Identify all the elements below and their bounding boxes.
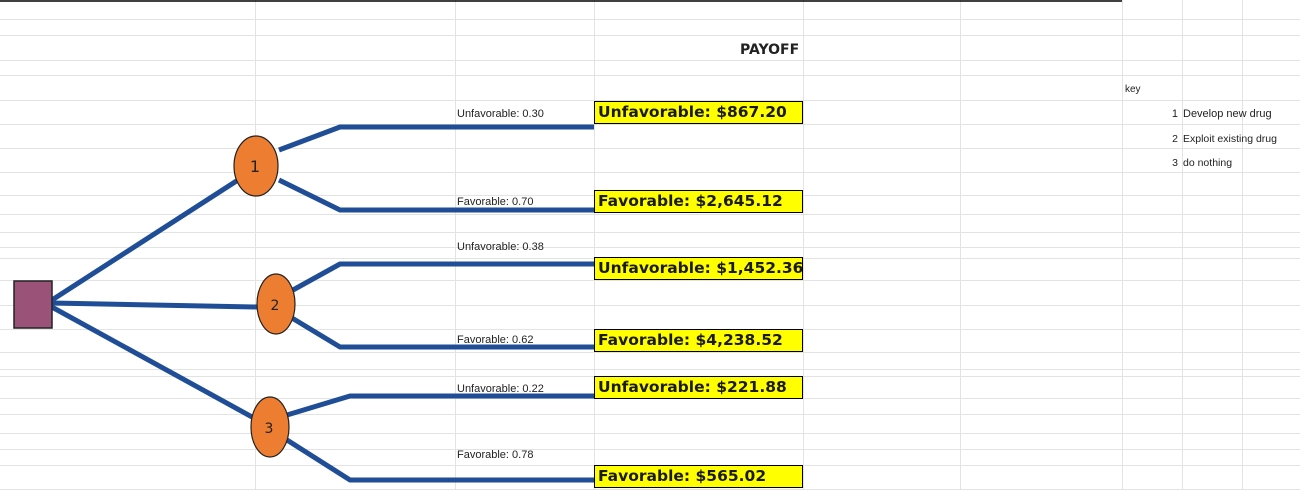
chance-node-2[interactable]: 2 [256,273,296,335]
chance-node-3[interactable]: 3 [250,396,290,458]
payoff-cell[interactable]: Unfavorable: $1,452.36 [594,257,803,280]
key-item-number: 3 [1172,157,1178,169]
probability-label: Unfavorable: 0.30 [457,108,544,120]
payoff-cell[interactable]: Unfavorable: $867.20 [594,101,803,124]
probability-label: Favorable: 0.78 [457,449,534,461]
key-item-text: Exploit existing drug [1183,133,1277,145]
key-item-nothing: 3 do nothing [1168,157,1232,169]
branch-line [285,437,594,483]
key-item-text: Develop new drug [1183,108,1272,120]
payoff-cell[interactable]: Favorable: $2,645.12 [594,190,803,213]
decision-node[interactable] [13,280,53,329]
chance-node-2-label: 2 [271,298,280,314]
branch-line [290,315,594,350]
probability-label: Favorable: 0.70 [457,196,534,208]
probability-label: Unfavorable: 0.22 [457,383,544,395]
branch-lines [48,124,594,483]
payoff-cell[interactable]: Unfavorable: $221.88 [594,376,803,399]
branch-line [291,261,594,293]
branch-line [278,124,594,153]
grid-lines [0,0,1300,490]
key-item-number: 1 [1171,108,1178,120]
key-item-number: 2 [1172,133,1178,145]
probability-label: Unfavorable: 0.38 [457,241,544,253]
branch-line [50,177,240,303]
spreadsheet-grid: 1 2 3 [0,0,1300,490]
chance-node-1[interactable]: 1 [233,135,279,197]
payoff-title: PAYOFF [740,42,800,58]
payoff-cell[interactable]: Favorable: $565.02 [594,465,803,488]
key-label: key [1125,84,1141,95]
chance-node-3-label: 3 [265,421,274,437]
key-item-text: do nothing [1183,157,1233,169]
payoff-cell[interactable]: Favorable: $4,238.52 [594,329,803,352]
chance-node-1-label: 1 [250,157,260,176]
probability-label: Favorable: 0.62 [457,334,534,346]
branch-line [51,300,259,310]
branch-line [48,303,256,421]
key-item-develop: 1 Develop new drug [1168,108,1272,120]
key-item-exploit: 2 Exploit existing drug [1168,133,1277,145]
